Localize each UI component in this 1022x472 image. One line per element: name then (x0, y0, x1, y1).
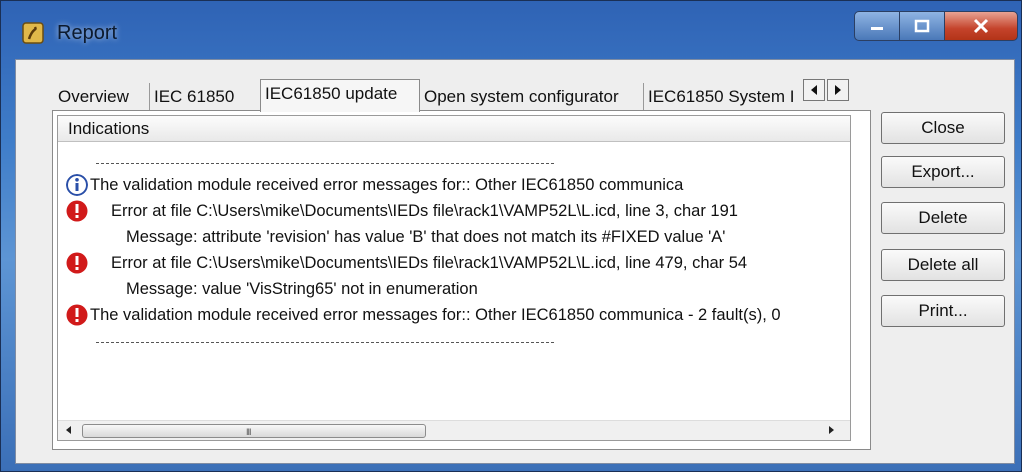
error-icon (66, 252, 88, 274)
row-text: Message: value 'VisString65' not in enum… (126, 280, 478, 298)
error-icon (66, 200, 88, 222)
row-text: The validation module received error mes… (90, 306, 781, 324)
indications-list[interactable]: Indications The validation module receiv… (57, 115, 851, 441)
row-text: The validation module received error mes… (90, 176, 684, 194)
row-text: Error at file C:\Users\mike\Documents\IE… (111, 202, 738, 220)
scrollbar-thumb[interactable]: III (82, 424, 426, 438)
delete-all-button[interactable]: Delete all (881, 249, 1005, 281)
minimize-icon (871, 27, 883, 30)
info-icon (66, 174, 88, 196)
report-window: Report Overview IEC 61850 IEC61850 updat… (0, 0, 1022, 472)
tab-scroll-right-button[interactable] (827, 79, 849, 101)
dialog-body: Overview IEC 61850 IEC61850 update Open … (15, 59, 1015, 464)
tab-scroll-left-button[interactable] (803, 79, 825, 101)
app-icon (22, 22, 44, 44)
close-window-button[interactable] (944, 11, 1018, 41)
tab-label: IEC61850 System I (648, 87, 795, 106)
tab-panel: Indications The validation module receiv… (52, 110, 871, 450)
separator-line (96, 163, 554, 164)
error-icon (66, 304, 88, 326)
tab-open-system-configurator[interactable]: Open system configurator (420, 83, 644, 111)
close-icon (973, 18, 989, 34)
tab-iec61850-system[interactable]: IEC61850 System I (644, 83, 802, 111)
delete-button[interactable]: Delete (881, 202, 1005, 234)
minimize-button[interactable] (854, 11, 900, 41)
title-bar[interactable]: Report (1, 1, 1021, 59)
separator-line (96, 342, 554, 343)
row-text: Error at file C:\Users\mike\Documents\IE… (111, 254, 748, 272)
grip-icon: III (246, 427, 251, 437)
column-header-indications[interactable]: Indications (58, 116, 850, 142)
arrow-right-icon (835, 85, 841, 95)
tab-iec-61850[interactable]: IEC 61850 (150, 83, 262, 111)
window-title: Report (57, 22, 118, 44)
row-text: Message: attribute 'revision' has value … (126, 228, 726, 246)
scroll-left-icon[interactable] (64, 424, 72, 436)
close-button[interactable]: Close (881, 112, 1005, 144)
print-button[interactable]: Print... (881, 295, 1005, 327)
export-button[interactable]: Export... (881, 156, 1005, 188)
tab-label: IEC61850 update (265, 84, 398, 103)
tab-overview[interactable]: Overview (54, 83, 150, 111)
arrow-left-icon (811, 85, 817, 95)
tab-iec61850-update[interactable]: IEC61850 update (260, 79, 420, 112)
tab-label: IEC 61850 (154, 87, 235, 106)
tab-label: Overview (58, 87, 129, 106)
maximize-button[interactable] (899, 11, 945, 41)
horizontal-scrollbar[interactable]: III (58, 420, 850, 440)
maximize-icon (914, 19, 930, 33)
scroll-right-icon[interactable] (828, 424, 836, 436)
tab-label: Open system configurator (424, 87, 619, 106)
